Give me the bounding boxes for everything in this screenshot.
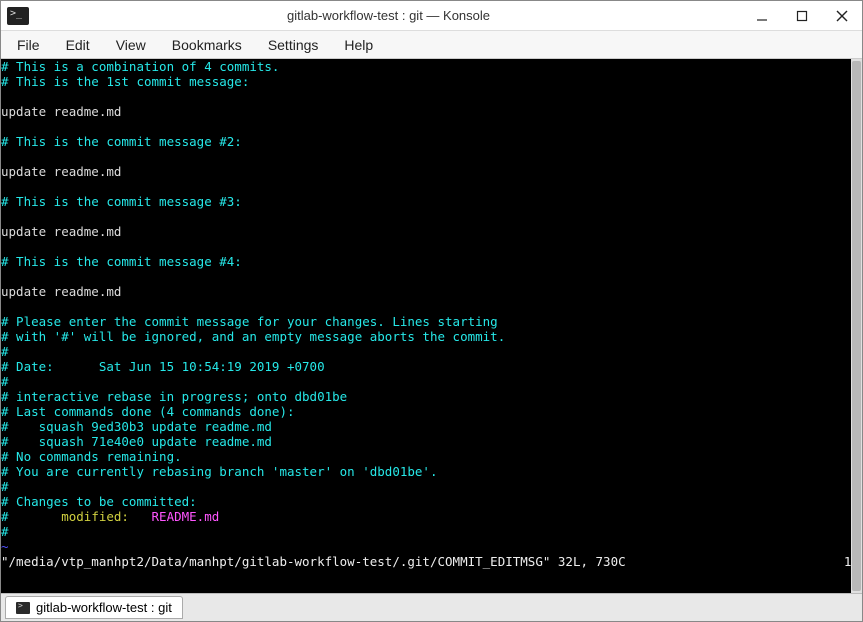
maximize-icon	[796, 10, 808, 22]
terminal-tab-icon	[16, 602, 30, 614]
window-controls	[742, 1, 862, 31]
menu-view[interactable]: View	[104, 33, 158, 57]
tab-label: gitlab-workflow-test : git	[36, 600, 172, 615]
menu-bookmarks[interactable]: Bookmarks	[160, 33, 254, 57]
maximize-button[interactable]	[782, 1, 822, 31]
menu-file[interactable]: File	[5, 33, 52, 57]
close-icon	[836, 10, 848, 22]
terminal[interactable]: # This is a combination of 4 commits. # …	[1, 59, 851, 593]
terminal-scrollbar[interactable]	[851, 59, 862, 593]
tab-bar: gitlab-workflow-test : git	[1, 593, 862, 621]
tab-gitlab-workflow[interactable]: gitlab-workflow-test : git	[5, 596, 183, 619]
menu-bar: File Edit View Bookmarks Settings Help	[1, 31, 862, 59]
minimize-button[interactable]	[742, 1, 782, 31]
close-button[interactable]	[822, 1, 862, 31]
window-title: gitlab-workflow-test : git — Konsole	[35, 8, 742, 23]
menu-edit[interactable]: Edit	[54, 33, 102, 57]
minimize-icon	[756, 10, 768, 22]
terminal-container: # This is a combination of 4 commits. # …	[1, 59, 862, 593]
menu-settings[interactable]: Settings	[256, 33, 331, 57]
app-icon	[7, 7, 29, 25]
menu-help[interactable]: Help	[332, 33, 385, 57]
scrollbar-thumb[interactable]	[852, 61, 861, 591]
window-titlebar: gitlab-workflow-test : git — Konsole	[1, 1, 862, 31]
